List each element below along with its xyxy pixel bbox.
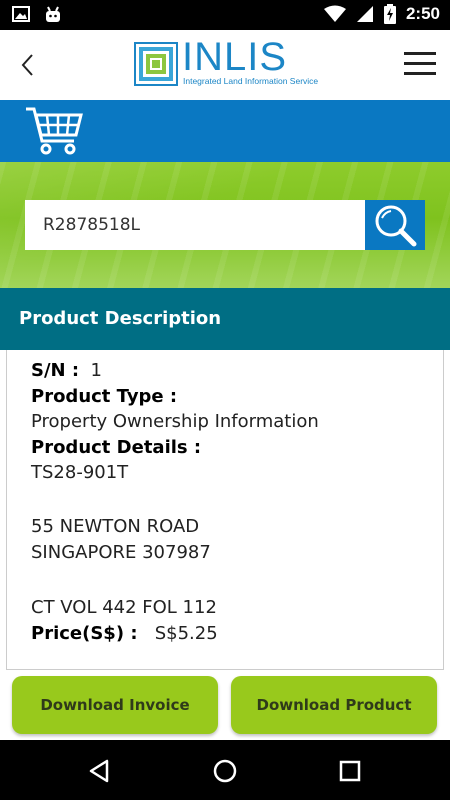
product-type-value: Property Ownership Information: [31, 411, 319, 432]
search-button[interactable]: [365, 200, 425, 250]
section-header: Product Description: [0, 288, 450, 350]
price-label: Price(S$) :: [31, 623, 138, 644]
menu-bar-line: [404, 72, 436, 75]
search-icon: [375, 205, 417, 247]
product-description-card: S/N : 1 Product Type : Property Ownershi…: [6, 350, 444, 670]
status-time: 2:50: [405, 4, 440, 23]
download-button-row: Download Invoice Download Product: [0, 676, 450, 734]
product-details-label: Product Details :: [31, 437, 202, 458]
sn-row: S/N : 1: [31, 360, 102, 381]
menu-bar-line: [404, 62, 436, 65]
section-title: Product Description: [19, 308, 222, 329]
menu-bar-line: [404, 52, 436, 55]
android-notification-icon: [46, 6, 60, 22]
battery-icon: [383, 4, 396, 24]
download-product-button[interactable]: Download Product: [231, 676, 437, 734]
status-bar: 2:50: [0, 0, 450, 30]
status-indicators: 2:50: [323, 4, 440, 24]
app-header: INLIS Integrated Land Information Servic…: [0, 30, 450, 100]
cart-button[interactable]: [24, 105, 84, 161]
ct-line: CT VOL 442 FOL 112: [31, 597, 217, 618]
logo-squares-icon: [134, 42, 178, 86]
inlis-logo: INLIS Integrated Land Information Servic…: [134, 35, 326, 90]
price-value: S$5.25: [154, 623, 218, 644]
nav-home-button[interactable]: [212, 758, 238, 784]
status-notifications: [12, 6, 62, 24]
sn-label: S/N :: [31, 360, 80, 381]
wifi-icon: [323, 5, 346, 22]
search-band: [0, 162, 450, 288]
nav-back-button[interactable]: [87, 758, 113, 784]
sn-value: 1: [90, 360, 102, 381]
product-detail-line: TS28-901T: [31, 462, 129, 483]
signal-icon: [356, 6, 373, 22]
cart-band: [0, 100, 450, 162]
address-line-2: SINGAPORE 307987: [31, 542, 211, 563]
hamburger-menu-button[interactable]: [404, 52, 436, 78]
back-button[interactable]: [14, 50, 44, 80]
chevron-left-icon: [21, 54, 33, 76]
price-row: Price(S$) : S$5.25: [31, 623, 218, 644]
product-type-label-row: Product Type :: [31, 386, 177, 407]
product-type-label: Product Type :: [31, 386, 178, 407]
address-line-1: 55 NEWTON ROAD: [31, 516, 200, 537]
download-invoice-button[interactable]: Download Invoice: [12, 676, 218, 734]
nav-home-icon: [213, 759, 237, 783]
system-navigation-bar: [0, 740, 450, 800]
search-input[interactable]: [25, 200, 365, 250]
logo-text: INLIS: [182, 35, 288, 79]
shopping-cart-icon: [26, 107, 83, 155]
nav-recents-button[interactable]: [337, 758, 363, 784]
image-notification-icon: [12, 6, 30, 22]
nav-back-icon: [89, 759, 109, 783]
nav-recents-icon: [339, 760, 361, 782]
logo-subtitle: Integrated Land Information Service: [183, 76, 319, 86]
product-details-label-row: Product Details :: [31, 437, 201, 458]
